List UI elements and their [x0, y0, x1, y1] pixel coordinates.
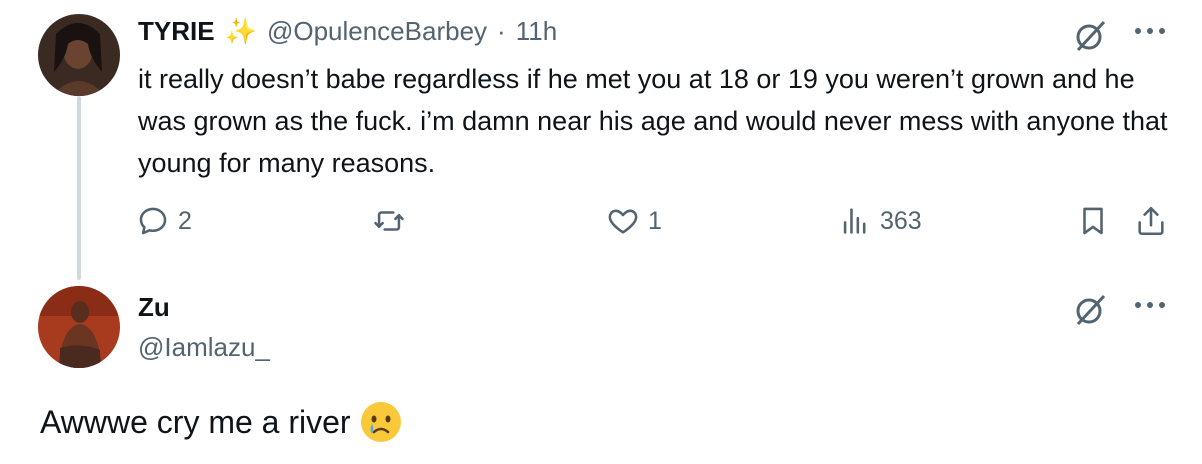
sparkles-emoji: ✨	[224, 16, 257, 46]
retweet-icon	[374, 211, 404, 231]
reply-text-row: Awwwe cry me a river	[40, 400, 403, 444]
like-button[interactable]: 1	[606, 204, 662, 238]
reply-text: Awwwe cry me a river	[40, 403, 351, 440]
reply-button[interactable]: 2	[136, 204, 192, 238]
like-count: 1	[648, 206, 662, 235]
views-icon	[843, 208, 866, 234]
share-button[interactable]	[1134, 204, 1168, 238]
reply-count: 2	[178, 206, 192, 235]
author-handle[interactable]: @OpulenceBarbey	[267, 16, 487, 47]
grok-icon[interactable]	[1072, 18, 1108, 59]
avatar-zu[interactable]	[38, 286, 120, 368]
separator-dot: ·	[497, 16, 506, 46]
tweet-header: TYRIE ✨ @OpulenceBarbey · 11h	[138, 16, 557, 47]
crying-face-emoji	[359, 400, 403, 444]
view-count: 363	[880, 206, 922, 235]
share-icon	[1138, 206, 1164, 236]
more-icon[interactable]	[1132, 24, 1168, 42]
thread-line	[77, 96, 81, 280]
author-name[interactable]: TYRIE	[138, 16, 215, 47]
reply-author-name[interactable]: Zu	[138, 292, 170, 323]
more-icon[interactable]	[1132, 298, 1168, 316]
bookmark-icon	[1083, 207, 1103, 235]
tweet-time[interactable]: 11h	[516, 16, 557, 47]
heart-icon	[608, 209, 638, 234]
reply-icon	[139, 207, 167, 235]
avatar-tyrie[interactable]	[38, 14, 120, 96]
bookmark-button[interactable]	[1076, 204, 1110, 238]
reply-author-handle[interactable]: @Iamlazu_	[138, 332, 270, 363]
tweet-text: it really doesn’t babe regardless if he …	[138, 64, 1168, 178]
grok-icon[interactable]	[1072, 292, 1108, 333]
retweet-button[interactable]	[372, 204, 406, 238]
views-button[interactable]: 363	[838, 204, 922, 238]
